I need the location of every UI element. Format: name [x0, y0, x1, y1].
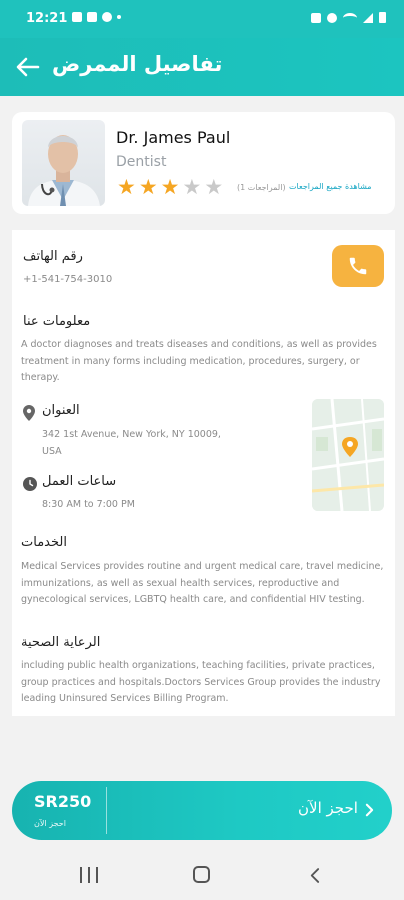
wifi-icon: [343, 12, 357, 23]
price-caption: احجز الآن: [34, 819, 66, 828]
about-label: معلومات عنا: [23, 314, 91, 329]
location-map[interactable]: [312, 399, 384, 511]
doctor-specialty: Dentist: [116, 154, 167, 170]
services-label: الخدمات: [21, 535, 67, 550]
star-filled-icon: ★: [160, 175, 180, 199]
app-bar: تفاصيل الممرض: [0, 38, 404, 96]
book-now-button[interactable]: احجز الآن: [298, 799, 358, 817]
reviews-count: (المراجعات 1): [237, 183, 286, 192]
call-button[interactable]: [332, 245, 384, 287]
arrow-left-icon[interactable]: [14, 53, 42, 81]
star-filled-icon: ★: [117, 175, 136, 199]
phone-icon: [349, 257, 367, 275]
dot-icon: [117, 15, 121, 19]
all-reviews-link[interactable]: مشاهدة جميع المراجعات: [289, 182, 372, 191]
chevron-right-icon: [365, 803, 374, 817]
no-sound-icon: [327, 12, 337, 23]
doctor-details: رقم الهاتف +1-541-754-3010 معلومات عنا A…: [12, 230, 395, 716]
hours-label: ساعات العمل: [42, 474, 117, 489]
nav-back-icon[interactable]: [309, 867, 320, 884]
booking-divider: [106, 787, 107, 834]
star-empty-icon: ★: [204, 175, 224, 199]
doctor-avatar: [22, 120, 105, 206]
clock-icon: [23, 477, 37, 491]
alarm-icon: [311, 12, 321, 23]
messenger-icon: [102, 12, 112, 22]
status-time: 12:21: [26, 11, 68, 26]
star-empty-icon: ★: [182, 175, 202, 199]
system-nav-bar: [0, 850, 404, 900]
image-icon: [87, 12, 97, 22]
location-pin-icon: [23, 405, 35, 421]
doctor-name: Dr. James Paul: [116, 128, 231, 147]
page-title: تفاصيل الممرض: [52, 52, 223, 76]
price-value: SR250: [34, 792, 92, 811]
phone-label: رقم الهاتف: [23, 249, 83, 264]
recents-icon[interactable]: [80, 867, 98, 883]
about-text: A doctor diagnoses and treats diseases a…: [21, 339, 377, 383]
phone-number: +1-541-754-3010: [23, 274, 113, 285]
status-system-icons: [311, 12, 386, 23]
book-now-bar[interactable]: SR250 احجز الآن احجز الآن: [12, 781, 392, 840]
battery-icon: [379, 12, 386, 23]
home-icon[interactable]: [193, 866, 210, 883]
healthcare-label: الرعاية الصحية: [21, 635, 101, 650]
address-text: 342 1st Avenue, New York, NY 10009, USA: [42, 429, 221, 457]
rating-stars: ★ ★ ★ ★ ★: [117, 176, 223, 198]
star-filled-icon: ★: [138, 175, 158, 199]
status-notification-icons: [72, 12, 121, 22]
services-text: Medical Services provides routine and ur…: [21, 561, 384, 605]
signal-icon: [363, 12, 373, 23]
hours-text: 8:30 AM to 7:00 PM: [42, 499, 135, 510]
image-icon: [72, 12, 82, 22]
status-bar: 12:21: [0, 0, 404, 38]
address-label: العنوان: [42, 403, 80, 418]
doctor-card: Dr. James Paul Dentist ★ ★ ★ ★ ★ (المراج…: [12, 112, 395, 214]
healthcare-text: including public health organizations, t…: [21, 660, 381, 704]
